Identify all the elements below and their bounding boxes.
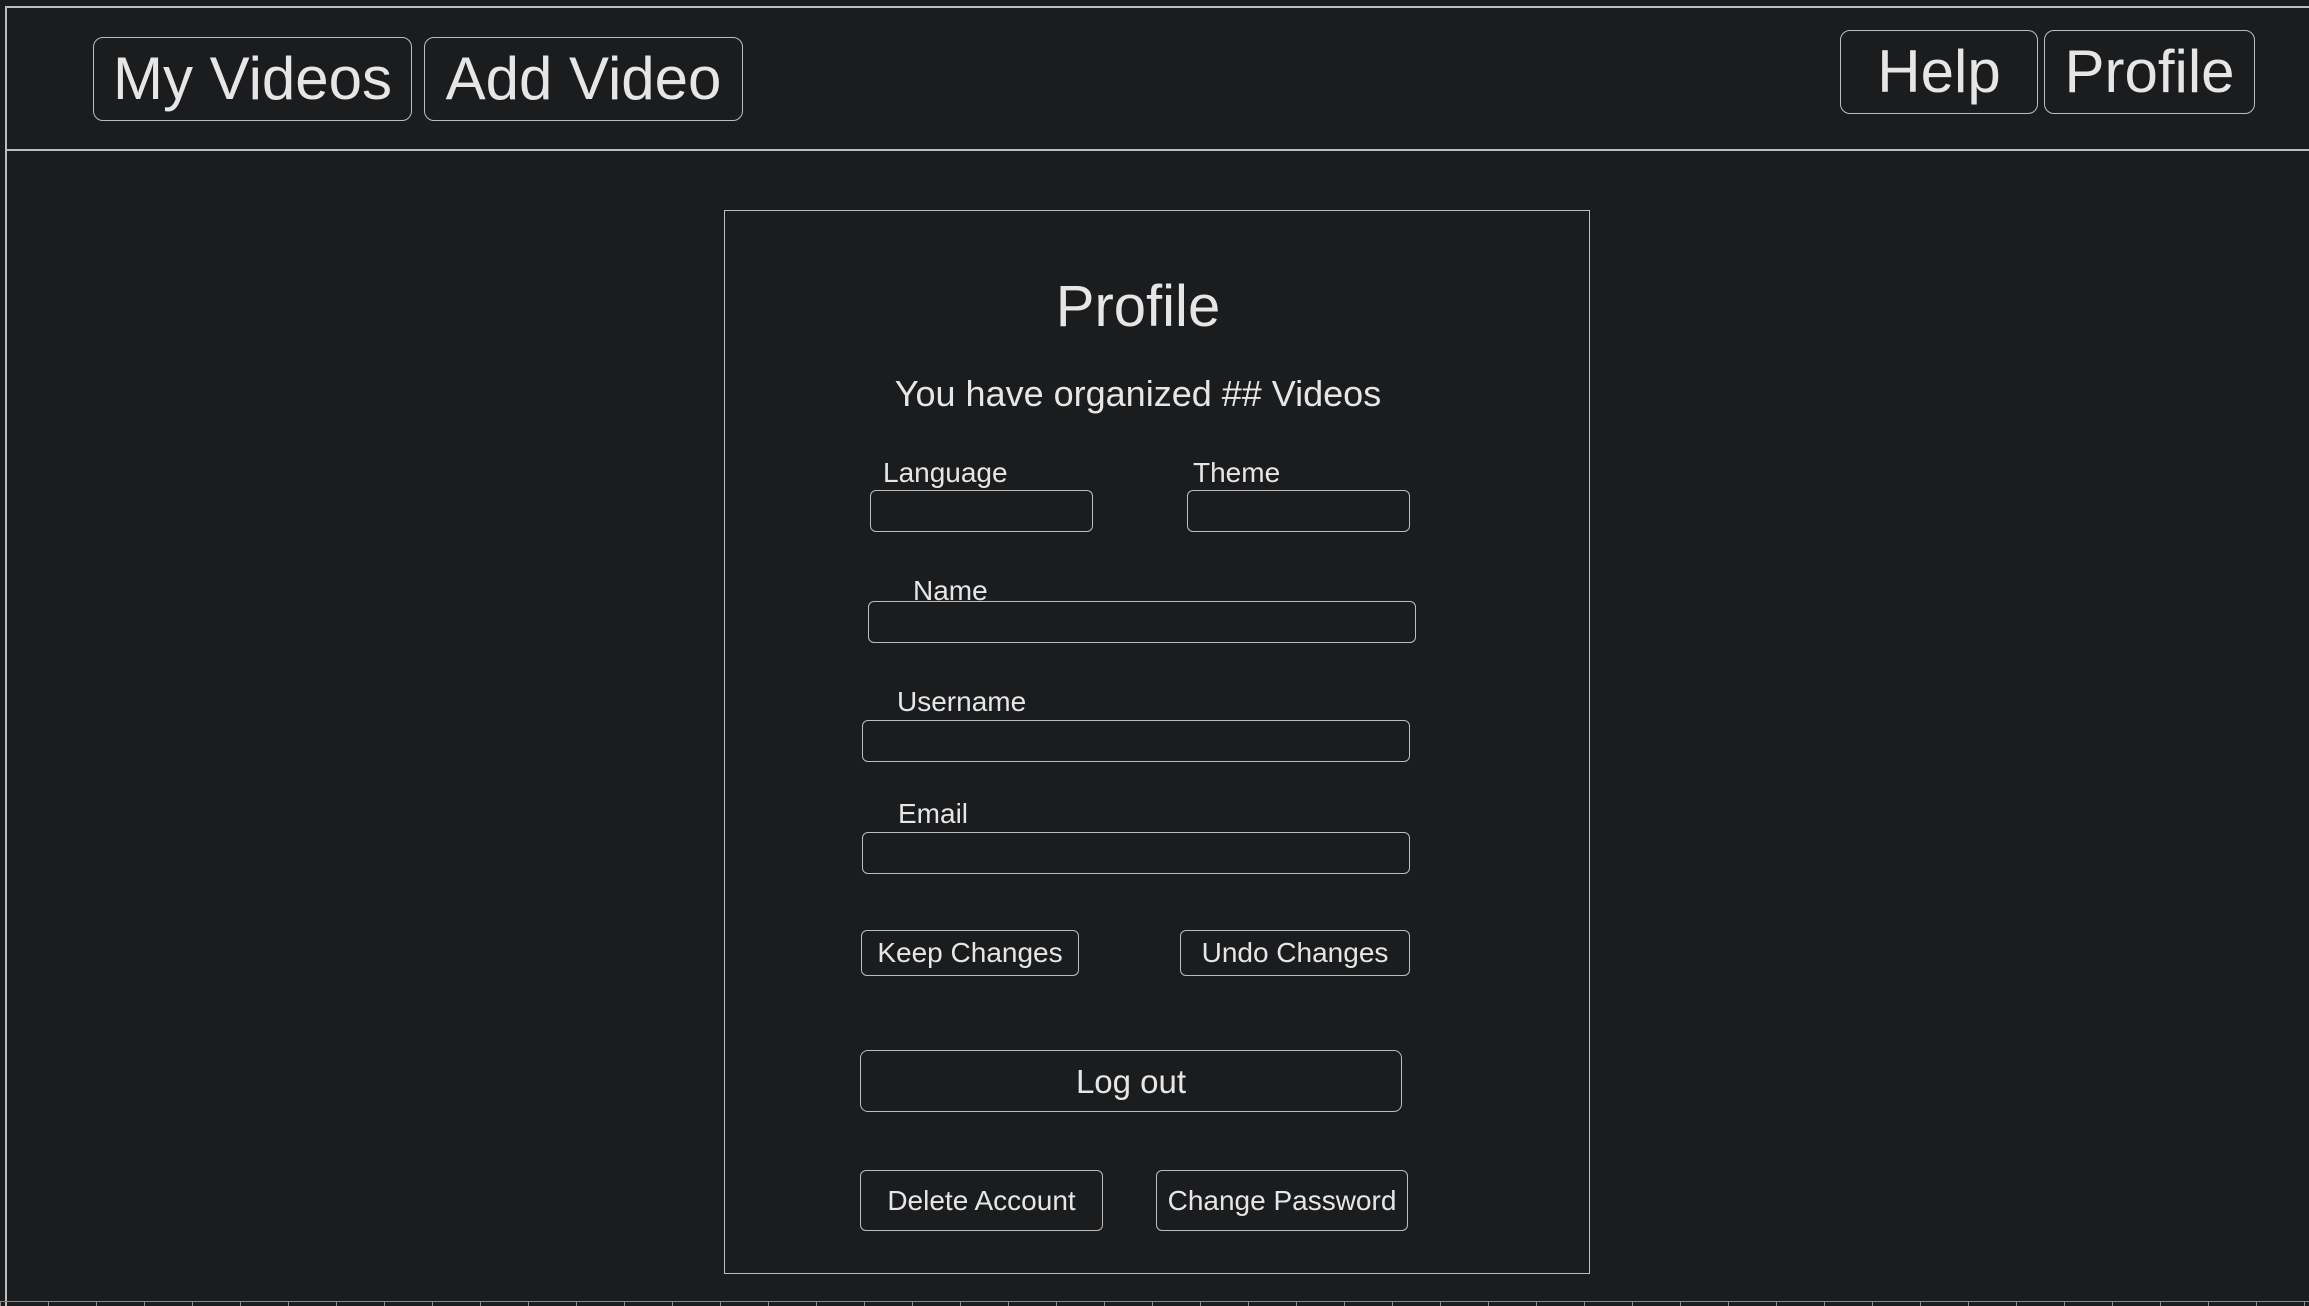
add-video-button[interactable]: Add Video	[424, 37, 743, 121]
help-button[interactable]: Help	[1840, 30, 2038, 114]
my-videos-button[interactable]: My Videos	[93, 37, 412, 121]
username-label: Username	[897, 686, 1027, 717]
change-password-button[interactable]: Change Password	[1156, 1170, 1408, 1231]
email-field[interactable]	[862, 832, 1410, 874]
name-field[interactable]	[868, 601, 1416, 643]
bottom-scrollbar-track	[0, 1301, 2309, 1306]
username-field[interactable]	[862, 720, 1410, 762]
theme-label: Theme	[1193, 457, 1281, 488]
log-out-button[interactable]: Log out	[860, 1050, 1402, 1112]
profile-button[interactable]: Profile	[2044, 30, 2255, 114]
page-title: Profile	[1055, 274, 1221, 339]
language-label: Language	[883, 457, 1008, 488]
keep-changes-button[interactable]: Keep Changes	[861, 930, 1079, 976]
language-field[interactable]	[870, 490, 1093, 532]
delete-account-button[interactable]: Delete Account	[860, 1170, 1103, 1231]
undo-changes-button[interactable]: Undo Changes	[1180, 930, 1410, 976]
theme-field[interactable]	[1187, 490, 1410, 532]
email-label: Email	[898, 798, 969, 829]
video-count-summary: You have organized ## Videos	[894, 373, 1382, 414]
